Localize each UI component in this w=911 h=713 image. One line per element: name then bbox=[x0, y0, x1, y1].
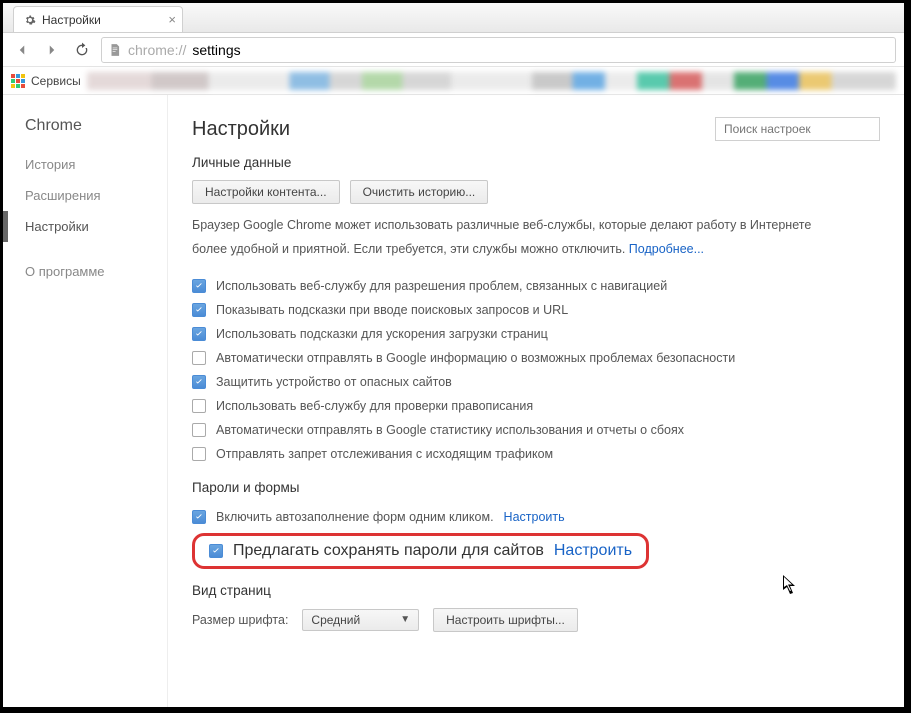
section-personal-data: Личные данные bbox=[192, 155, 880, 170]
privacy-option-7: Отправлять запрет отслеживания с исходящ… bbox=[192, 442, 880, 466]
checkbox-privacy-2[interactable] bbox=[192, 327, 206, 341]
sidebar-item-about[interactable]: О программе bbox=[3, 256, 167, 287]
privacy-label-1: Показывать подсказки при вводе поисковых… bbox=[216, 303, 568, 317]
close-icon[interactable]: × bbox=[168, 12, 176, 27]
highlighted-save-passwords: Предлагать сохранять пароли для сайтов Н… bbox=[192, 533, 649, 569]
settings-sidebar: Chrome История Расширения Настройки О пр… bbox=[3, 95, 168, 707]
privacy-option-4: Защитить устройство от опасных сайтов bbox=[192, 370, 880, 394]
brand-label: Chrome bbox=[3, 117, 167, 149]
customize-fonts-button[interactable]: Настроить шрифты... bbox=[433, 608, 578, 632]
option-autofill: Включить автозаполнение форм одним клико… bbox=[192, 505, 880, 529]
learn-more-link[interactable]: Подробнее... bbox=[629, 242, 704, 256]
reload-button[interactable] bbox=[71, 39, 93, 61]
save-passwords-label: Предлагать сохранять пароли для сайтов bbox=[233, 542, 544, 560]
save-passwords-configure-link[interactable]: Настроить bbox=[554, 542, 632, 560]
apps-label: Сервисы bbox=[31, 74, 81, 88]
apps-shortcut[interactable]: Сервисы bbox=[11, 74, 81, 88]
gear-icon bbox=[24, 14, 36, 26]
bookmarks-blurred bbox=[87, 72, 896, 90]
sidebar-item-extensions[interactable]: Расширения bbox=[3, 180, 167, 211]
browser-tab-settings[interactable]: Настройки × bbox=[13, 6, 183, 32]
privacy-option-0: Использовать веб-службу для разрешения п… bbox=[192, 274, 880, 298]
settings-search-input[interactable] bbox=[715, 117, 880, 141]
checkbox-privacy-3[interactable] bbox=[192, 351, 206, 365]
section-passwords-forms: Пароли и формы bbox=[192, 480, 880, 495]
font-size-select[interactable]: Средний ▼ bbox=[302, 609, 419, 631]
privacy-option-1: Показывать подсказки при вводе поисковых… bbox=[192, 298, 880, 322]
checkbox-privacy-4[interactable] bbox=[192, 375, 206, 389]
chevron-down-icon: ▼ bbox=[400, 614, 410, 625]
privacy-option-5: Использовать веб-службу для проверки пра… bbox=[192, 394, 880, 418]
checkbox-privacy-0[interactable] bbox=[192, 279, 206, 293]
privacy-option-2: Использовать подсказки для ускорения заг… bbox=[192, 322, 880, 346]
privacy-label-0: Использовать веб-службу для разрешения п… bbox=[216, 279, 667, 293]
privacy-label-2: Использовать подсказки для ускорения заг… bbox=[216, 327, 548, 341]
sidebar-item-history[interactable]: История bbox=[3, 149, 167, 180]
clear-history-button[interactable]: Очистить историю... bbox=[350, 180, 489, 204]
privacy-label-7: Отправлять запрет отслеживания с исходящ… bbox=[216, 447, 553, 461]
privacy-option-3: Автоматически отправлять в Google информ… bbox=[192, 346, 880, 370]
url-scheme: chrome:// bbox=[128, 42, 186, 58]
bookmarks-bar: Сервисы bbox=[3, 67, 904, 95]
privacy-option-6: Автоматически отправлять в Google статис… bbox=[192, 418, 880, 442]
page-title: Настройки bbox=[192, 118, 290, 141]
checkbox-privacy-1[interactable] bbox=[192, 303, 206, 317]
checkbox-privacy-5[interactable] bbox=[192, 399, 206, 413]
checkbox-save-passwords[interactable] bbox=[209, 544, 223, 558]
font-size-label: Размер шрифта: bbox=[192, 613, 288, 627]
browser-toolbar: chrome:// settings bbox=[3, 33, 904, 67]
checkbox-privacy-7[interactable] bbox=[192, 447, 206, 461]
tab-title: Настройки bbox=[42, 13, 101, 27]
forward-button bbox=[41, 39, 63, 61]
privacy-label-4: Защитить устройство от опасных сайтов bbox=[216, 375, 452, 389]
checkbox-autofill[interactable] bbox=[192, 510, 206, 524]
url-path: settings bbox=[192, 42, 240, 58]
privacy-label-5: Использовать веб-службу для проверки пра… bbox=[216, 399, 533, 413]
privacy-label-6: Автоматически отправлять в Google статис… bbox=[216, 423, 684, 437]
tab-strip: Настройки × bbox=[3, 3, 904, 33]
settings-main: Настройки Личные данные Настройки контен… bbox=[168, 95, 904, 707]
page-icon bbox=[108, 43, 122, 57]
autofill-configure-link[interactable]: Настроить bbox=[504, 510, 565, 524]
checkbox-privacy-6[interactable] bbox=[192, 423, 206, 437]
privacy-description: Браузер Google Chrome может использовать… bbox=[192, 214, 832, 262]
section-page-view: Вид страниц bbox=[192, 583, 880, 598]
address-bar[interactable]: chrome:// settings bbox=[101, 37, 896, 63]
apps-icon bbox=[11, 74, 25, 88]
back-button[interactable] bbox=[11, 39, 33, 61]
content-settings-button[interactable]: Настройки контента... bbox=[192, 180, 340, 204]
autofill-label: Включить автозаполнение форм одним клико… bbox=[216, 510, 494, 524]
privacy-label-3: Автоматически отправлять в Google информ… bbox=[216, 351, 735, 365]
sidebar-item-settings[interactable]: Настройки bbox=[3, 211, 167, 242]
